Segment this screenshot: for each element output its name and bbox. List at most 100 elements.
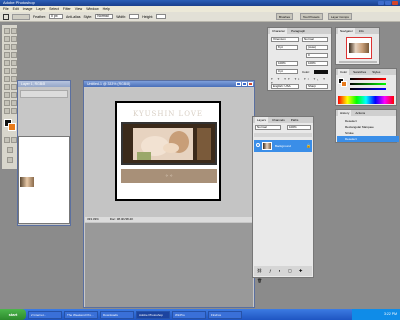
marquee-tool-icon[interactable] xyxy=(11,28,17,34)
antialias-select[interactable]: Sharp xyxy=(306,84,328,89)
ghost-document xyxy=(18,136,70,224)
system-tray-clock[interactable]: 3:22 PM xyxy=(352,309,400,320)
well-layer-comps[interactable]: Layer Comps xyxy=(328,13,352,20)
hand-tool-icon[interactable] xyxy=(4,108,10,114)
height-input[interactable] xyxy=(156,14,167,19)
red-slider[interactable] xyxy=(350,78,386,80)
opacity-input[interactable]: 100% xyxy=(287,125,311,130)
history-panel: History Actions Deselect Rectangular Mar… xyxy=(335,109,399,143)
eraser-tool-icon[interactable] xyxy=(4,68,10,74)
screen-mode-icon[interactable] xyxy=(7,147,13,153)
antialias-label[interactable]: Anti-alias xyxy=(66,15,80,19)
font-family-select[interactable]: Xtremium xyxy=(271,37,299,42)
tab-paths[interactable]: Paths xyxy=(289,117,301,123)
notes-tool-icon[interactable] xyxy=(4,100,10,106)
navigator-zoom-slider[interactable] xyxy=(339,61,377,63)
crop-tool-icon[interactable] xyxy=(4,44,10,50)
well-tool-presets[interactable]: Tool Presets xyxy=(300,13,323,20)
status-bar: 333.33% Doc: 38.4K/38.4K xyxy=(85,217,253,222)
eye-icon[interactable] xyxy=(256,143,260,147)
tab-history[interactable]: History xyxy=(338,110,352,116)
tab-swatches[interactable]: Swatches xyxy=(351,69,368,75)
layer-thumbnail xyxy=(262,142,272,150)
close-button[interactable] xyxy=(392,1,398,5)
maximize-button[interactable] xyxy=(385,1,391,5)
font-style-select[interactable]: Normal xyxy=(302,37,328,42)
taskbar-item[interactable]: Downloads xyxy=(100,310,134,319)
magic-wand-icon[interactable] xyxy=(11,36,17,42)
horizontal-scale-input[interactable]: 100% xyxy=(306,61,328,66)
color-bg-swatch[interactable] xyxy=(341,81,347,87)
window-close-icon[interactable] xyxy=(248,82,253,86)
blue-slider[interactable] xyxy=(350,88,386,90)
layer-row-background[interactable]: Background 🔒 xyxy=(254,140,312,152)
taskbar-item[interactable]: FireFox xyxy=(208,310,242,319)
canvas-area[interactable]: KYUSHIN LOVE ✧ ✧ xyxy=(85,88,253,217)
blend-mode-select[interactable]: Normal xyxy=(255,125,281,130)
brush-tool-icon[interactable] xyxy=(11,52,17,58)
color-spectrum[interactable] xyxy=(338,96,394,104)
tracking-input[interactable]: 0 xyxy=(306,53,328,58)
navigator-tabs: Navigator Info xyxy=(336,28,379,34)
layers-panel: Layers Channels Paths Normal 100% Backgr… xyxy=(252,116,314,283)
character-panel: Character Paragraph Xtremium Normal 8 pt… xyxy=(267,27,332,91)
history-brush-icon[interactable] xyxy=(11,60,17,66)
tab-character[interactable]: Character xyxy=(270,28,288,34)
gradient-tool-icon[interactable] xyxy=(11,68,17,74)
marquee-tool-icon[interactable] xyxy=(3,13,9,20)
app-title: Adobe Photoshop xyxy=(3,0,35,5)
well-brushes[interactable]: Brushes xyxy=(276,13,294,20)
tab-channels[interactable]: Channels xyxy=(270,117,287,123)
photo-image xyxy=(123,124,215,163)
type-style-buttons[interactable]: T T TT Tt T¹ T₁ T T xyxy=(271,77,329,85)
slice-tool-icon[interactable] xyxy=(11,44,17,50)
blur-tool-icon[interactable] xyxy=(4,76,10,82)
move-tool-icon[interactable] xyxy=(4,28,10,34)
healing-brush-icon[interactable] xyxy=(4,52,10,58)
jump-to-imageready-icon[interactable] xyxy=(7,157,13,163)
tab-actions[interactable]: Actions xyxy=(353,110,367,116)
feather-input[interactable]: 0 px xyxy=(49,14,64,19)
stamp-tool-icon[interactable] xyxy=(4,60,10,66)
leading-input[interactable]: (Auto) xyxy=(306,45,328,50)
pen-tool-icon[interactable] xyxy=(4,92,10,98)
tab-styles[interactable]: Styles xyxy=(370,69,382,75)
baseline-shift-input[interactable]: 0 pt xyxy=(276,69,298,74)
taskbar-item[interactable]: The Weekend Pro... xyxy=(64,310,98,319)
taskbar-item-active[interactable]: Adobe Photoshop xyxy=(136,310,170,319)
window-minimize-icon[interactable] xyxy=(236,82,241,86)
path-selection-icon[interactable] xyxy=(4,84,10,90)
lasso-tool-icon[interactable] xyxy=(4,36,10,42)
document-window-layer1[interactable]: Layer 1, RGB/8 xyxy=(17,80,71,226)
start-button[interactable]: start xyxy=(0,309,26,320)
taskbar-item[interactable]: WinPro xyxy=(172,310,206,319)
zoom-level[interactable]: 333.33% xyxy=(87,217,99,221)
background-color-swatch[interactable] xyxy=(8,123,16,131)
width-input[interactable] xyxy=(129,14,140,19)
standard-mode-icon[interactable] xyxy=(4,137,10,143)
taskbar-item[interactable]: 2 Internet... xyxy=(28,310,62,319)
text-color-swatch[interactable] xyxy=(314,70,328,74)
lock-row[interactable] xyxy=(254,133,312,137)
tab-color[interactable]: Color xyxy=(338,69,350,75)
document-canvas[interactable]: KYUSHIN LOVE ✧ ✧ xyxy=(115,101,221,201)
tab-navigator[interactable]: Navigator xyxy=(338,28,355,34)
tab-layers[interactable]: Layers xyxy=(255,117,269,123)
tab-paragraph[interactable]: Paragraph xyxy=(289,28,307,34)
history-tabs: History Actions xyxy=(336,110,396,116)
language-select[interactable]: English: USA xyxy=(271,84,299,89)
layers-footer-icons[interactable]: ⛓ ƒ ◐ ▢ ✚ 🗑 xyxy=(254,266,312,283)
document-window-untitled[interactable]: Untitled-1 @ 333% (RGB/8) KYUSHIN LOVE ✧… xyxy=(83,80,255,308)
history-item-selected[interactable]: Deselect xyxy=(337,136,399,142)
window-maximize-icon[interactable] xyxy=(242,82,247,86)
canvas-photo-frame xyxy=(121,122,217,165)
vertical-scale-input[interactable]: 100% xyxy=(276,61,298,66)
style-select[interactable]: Normal xyxy=(95,14,114,19)
tab-info[interactable]: Info xyxy=(357,28,366,34)
selection-mode-icons[interactable] xyxy=(12,13,30,20)
minimize-button[interactable] xyxy=(378,1,384,5)
layer-name[interactable]: Background xyxy=(275,140,291,152)
font-size-input[interactable]: 8 pt xyxy=(276,45,298,50)
green-slider[interactable] xyxy=(350,83,386,85)
navigator-preview[interactable] xyxy=(346,37,372,59)
